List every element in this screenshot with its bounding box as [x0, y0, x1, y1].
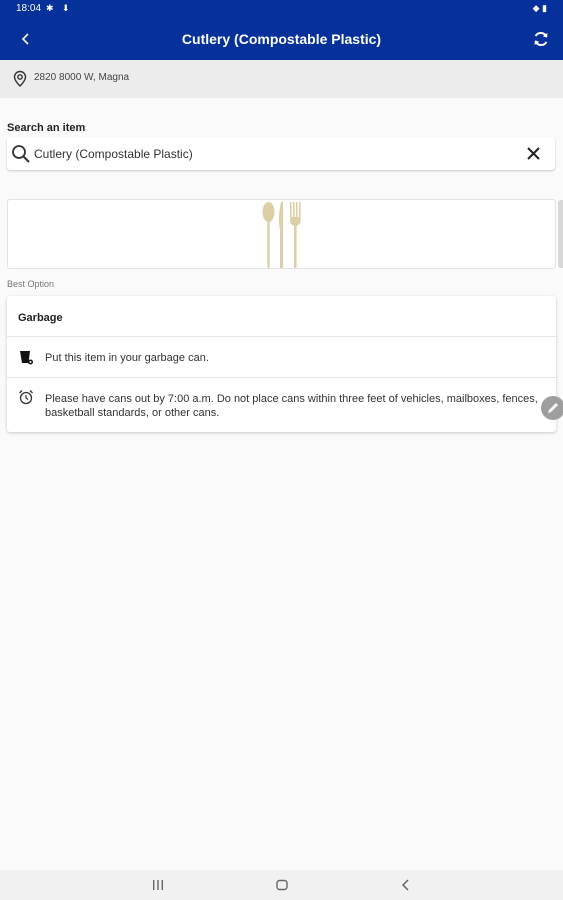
location-bar[interactable]: 2820 8000 W, Magna	[0, 60, 563, 98]
system-nav-bar	[0, 870, 563, 900]
search-label: Search an item	[7, 122, 86, 134]
search-icon	[12, 145, 30, 163]
location-pin-icon	[13, 70, 27, 87]
address-text: 2820 8000 W, Magna	[34, 72, 130, 83]
close-icon[interactable]	[526, 146, 541, 161]
collection-note: Please have cans out by 7:00 a.m. Do not…	[45, 393, 538, 419]
status-system-icons: ◆ ▮	[532, 3, 547, 13]
alarm-clock-icon	[19, 390, 33, 405]
status-notification-icons: ✱ ⬇	[46, 3, 73, 13]
search-value[interactable]: Cutlery (Compostable Plastic)	[34, 147, 193, 161]
disposal-heading: Garbage	[18, 312, 63, 324]
disposal-card: Garbage Put this item in your garbage ca…	[7, 296, 556, 432]
item-image	[7, 199, 556, 269]
home-icon[interactable]	[272, 876, 292, 894]
recents-icon[interactable]	[148, 876, 168, 894]
back-icon[interactable]	[396, 876, 416, 894]
disposal-instruction: Put this item in your garbage can.	[45, 352, 209, 364]
app-bar: Cutlery (Compostable Plastic)	[0, 18, 563, 60]
divider	[7, 336, 556, 337]
side-panel-handle[interactable]	[558, 200, 563, 268]
page-title: Cutlery (Compostable Plastic)	[181, 31, 382, 47]
cutlery-icon	[262, 202, 301, 268]
refresh-icon[interactable]	[529, 27, 553, 51]
divider	[7, 377, 556, 378]
search-input[interactable]: Cutlery (Compostable Plastic)	[7, 137, 555, 170]
garbage-can-icon	[20, 351, 33, 365]
best-option-label: Best Option	[7, 279, 55, 289]
pencil-icon[interactable]	[541, 396, 563, 420]
back-arrow-icon[interactable]	[14, 27, 38, 51]
status-time: 18:04	[16, 3, 42, 14]
status-bar: 18:04 ✱ ⬇ ◆ ▮	[0, 0, 563, 18]
